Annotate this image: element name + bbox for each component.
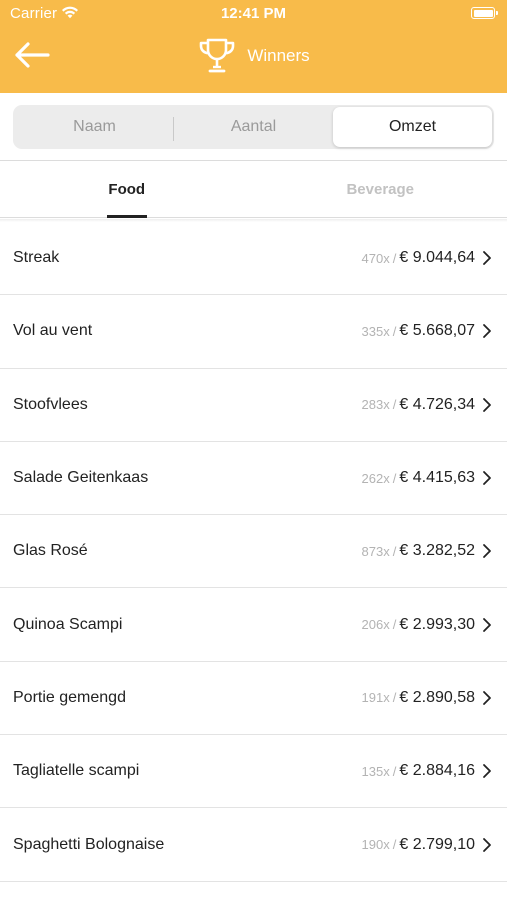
item-separator: / [392, 470, 397, 486]
page-title: Winners [247, 46, 310, 65]
list-item[interactable]: Quinoa Scampi 206x / € 2.993,30 [0, 588, 507, 662]
header: Carrier 12:41 PM Winners [0, 0, 507, 93]
item-amount: € 2.884,16 [399, 762, 475, 780]
item-amount: € 2.799,10 [399, 835, 475, 853]
item-name: Spaghetti Bolognaise [13, 835, 165, 853]
item-count: 335x [361, 323, 390, 339]
item-separator: / [392, 397, 397, 413]
item-count: 135x [361, 763, 390, 779]
chevron-right-icon [482, 690, 494, 706]
back-button[interactable] [12, 38, 52, 72]
item-name: Tagliatelle scampi [13, 762, 140, 780]
item-amount: € 9.044,64 [399, 249, 475, 267]
list-item[interactable]: Spaghetti Bolognaise 190x / € 2.799,10 [0, 808, 507, 882]
list-item[interactable]: Vol au vent 335x / € 5.668,07 [0, 295, 507, 369]
clock-label: 12:41 PM [220, 5, 287, 22]
battery-icon [471, 7, 498, 19]
chevron-right-icon [482, 470, 494, 486]
chevron-right-icon [482, 250, 494, 266]
item-name: Portie gemengd [13, 688, 126, 706]
item-amount: € 2.890,58 [399, 688, 475, 706]
chevron-right-icon [482, 543, 494, 559]
item-name: Vol au vent [13, 322, 93, 340]
trophy-icon [200, 38, 235, 73]
tab-food[interactable]: Food [0, 162, 254, 218]
segment-naam[interactable]: Naam [15, 107, 174, 147]
arrow-left-icon [15, 42, 50, 68]
list-item[interactable]: Tagliatelle scampi 135x / € 2.884,16 [0, 735, 507, 809]
sort-segment-area: Naam Aantal Omzet [0, 93, 507, 161]
item-count: 873x [361, 543, 390, 559]
item-separator: / [392, 837, 397, 853]
chevron-right-icon [482, 617, 494, 633]
item-amount: € 5.668,07 [399, 322, 475, 340]
item-name: Glas Rosé [13, 542, 88, 560]
item-name: Quinoa Scampi [13, 615, 123, 633]
item-separator: / [392, 690, 397, 706]
item-name: Salade Geitenkaas [13, 469, 149, 487]
chevron-right-icon [482, 763, 494, 779]
chevron-right-icon [482, 323, 494, 339]
item-amount: € 2.993,30 [399, 615, 475, 633]
list-item[interactable]: Stoofvlees 283x / € 4.726,34 [0, 369, 507, 442]
item-count: 262x [361, 470, 390, 486]
chevron-right-icon [482, 397, 494, 413]
list-item[interactable]: Glas Rosé 873x / € 3.282,52 [0, 515, 507, 589]
sort-segmented-control: Naam Aantal Omzet [13, 105, 494, 149]
item-name: Stoofvlees [13, 395, 88, 413]
category-tabs: Food Beverage [0, 162, 507, 218]
list-item[interactable]: Portie gemengd 191x / € 2.890,58 [0, 662, 507, 736]
list-item[interactable]: Streak 470x / € 9.044,64 [0, 222, 507, 296]
item-separator: / [392, 323, 397, 339]
item-amount: € 3.282,52 [399, 542, 475, 560]
item-count: 283x [361, 397, 390, 413]
winners-list: Streak 470x / € 9.044,64 Vol au vent 335x / € 5… [0, 222, 507, 882]
item-count: 190x [361, 837, 390, 853]
item-count: 206x [361, 617, 390, 633]
item-count: 470x [361, 250, 390, 266]
item-count: 191x [361, 690, 390, 706]
tab-beverage[interactable]: Beverage [254, 162, 507, 217]
item-separator: / [392, 250, 397, 266]
segment-omzet[interactable]: Omzet [333, 107, 492, 147]
segment-aantal[interactable]: Aantal [174, 107, 333, 147]
tab-beverage-label: Beverage [346, 181, 415, 198]
list-item[interactable]: Salade Geitenkaas 262x / € 4.415,63 [0, 442, 507, 516]
nav-title-group: Winners [0, 36, 507, 76]
item-amount: € 4.726,34 [399, 395, 475, 413]
item-amount: € 4.415,63 [399, 469, 475, 487]
item-separator: / [392, 543, 397, 559]
tab-active-indicator [106, 215, 147, 218]
chevron-right-icon [482, 837, 494, 853]
item-name: Streak [13, 249, 60, 267]
item-separator: / [392, 617, 397, 633]
item-separator: / [392, 763, 397, 779]
tab-food-label: Food [108, 181, 146, 198]
status-bar: Carrier 12:41 PM [0, 0, 507, 28]
